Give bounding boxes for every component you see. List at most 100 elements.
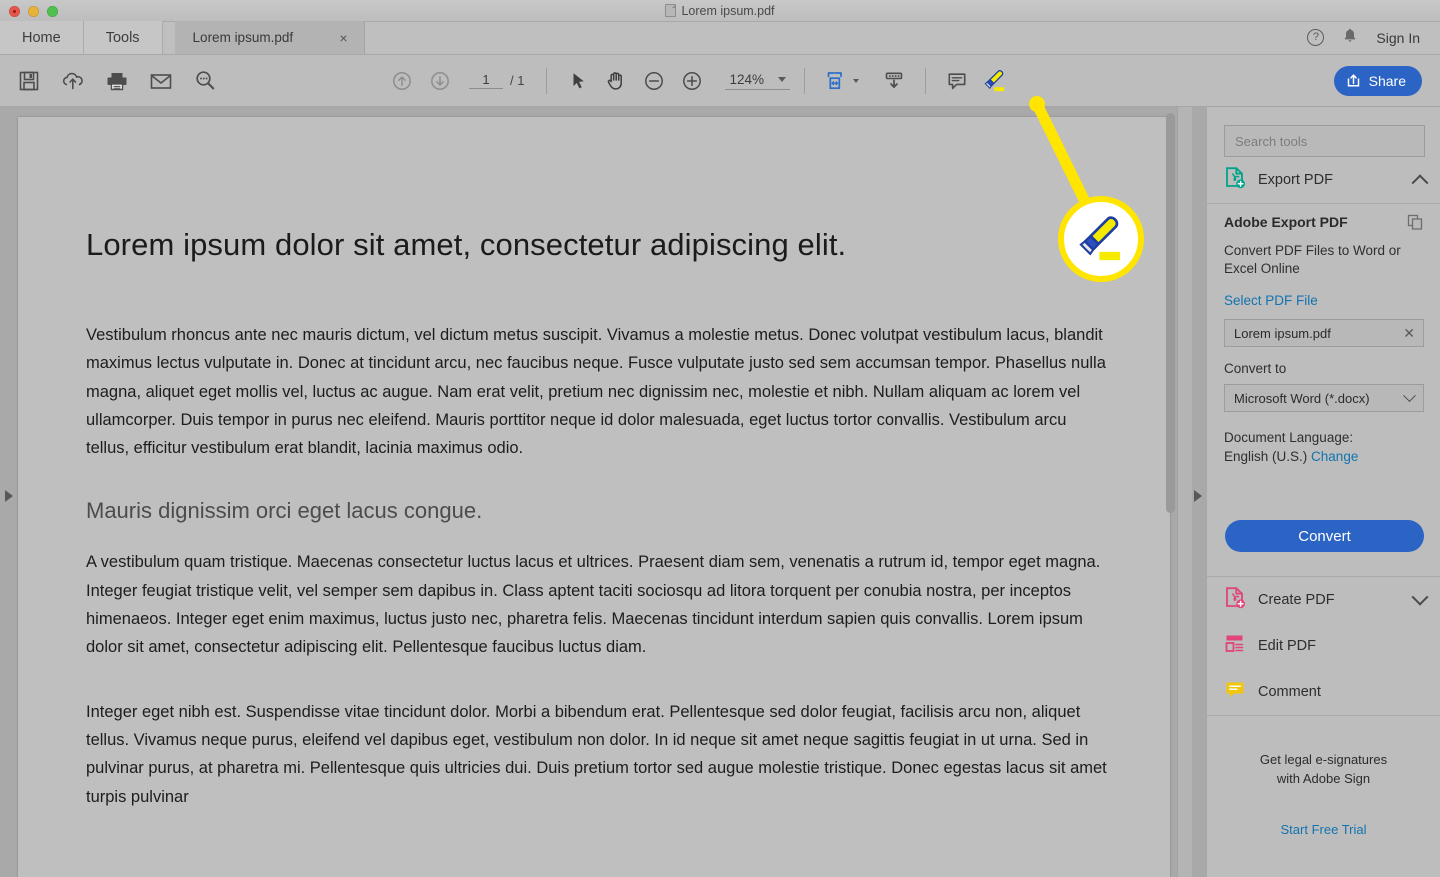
right-panel-collapse-icon[interactable] bbox=[1194, 490, 1202, 502]
create-pdf-icon bbox=[1224, 586, 1246, 615]
save-icon[interactable] bbox=[12, 64, 46, 98]
search-tools-input[interactable]: Search tools bbox=[1224, 125, 1425, 157]
document-paragraph-2: A vestibulum quam tristique. Maecenas co… bbox=[86, 553, 1101, 657]
search-icon[interactable] bbox=[188, 64, 222, 98]
edit-pdf-icon bbox=[1224, 633, 1246, 660]
highlighter-icon bbox=[1079, 216, 1121, 261]
sign-in-button[interactable]: Sign In bbox=[1376, 30, 1420, 46]
toolbar-right-group: Share bbox=[1333, 65, 1422, 96]
comment-label: Comment bbox=[1258, 684, 1321, 700]
chevron-down-icon[interactable] bbox=[778, 76, 786, 82]
edit-pdf-label: Edit PDF bbox=[1258, 638, 1317, 654]
chevron-down-icon[interactable] bbox=[1403, 388, 1416, 402]
document-heading: Lorem ipsum dolor sit amet, consectetur … bbox=[86, 227, 847, 262]
next-page-icon[interactable] bbox=[423, 64, 457, 98]
bell-icon[interactable] bbox=[1342, 27, 1358, 49]
zoom-in-icon[interactable] bbox=[675, 64, 709, 98]
zoom-level-value: 124% bbox=[729, 71, 764, 87]
pdf-document-icon bbox=[665, 4, 677, 17]
change-language-link[interactable]: Change bbox=[1311, 449, 1358, 464]
document-language-label: Document Language: bbox=[1224, 430, 1354, 445]
tab-tools[interactable]: Tools bbox=[83, 21, 163, 54]
adobe-export-pdf-title-row: Adobe Export PDF bbox=[1224, 214, 1424, 234]
pdf-page: Lorem ipsum dolor sit amet, consectetur … bbox=[18, 117, 1170, 877]
document-subheading: Mauris dignissim orci eget lacus congue. bbox=[86, 498, 483, 524]
convert-button[interactable]: Convert bbox=[1225, 520, 1424, 552]
document-language-value: English (U.S.) bbox=[1224, 449, 1308, 464]
tab-document-label: Lorem ipsum.pdf bbox=[192, 30, 294, 45]
document-paragraph-3: Integer eget nibh est. Suspendisse vitae… bbox=[86, 702, 1107, 806]
tab-home[interactable]: Home bbox=[0, 21, 84, 54]
selected-file-field[interactable]: Lorem ipsum.pdf ✕ bbox=[1224, 319, 1424, 347]
help-icon[interactable]: ? bbox=[1307, 29, 1325, 46]
window-controls[interactable] bbox=[9, 6, 58, 17]
upload-to-cloud-icon[interactable] bbox=[56, 64, 90, 98]
minimize-window-button[interactable] bbox=[28, 6, 39, 17]
tools-panel: Search tools Export PDF Adobe Export PDF bbox=[1206, 107, 1440, 877]
close-window-button[interactable] bbox=[9, 6, 20, 17]
promo-line-2: with Adobe Sign bbox=[1276, 771, 1371, 786]
fit-page-dropdown-icon[interactable] bbox=[853, 78, 859, 83]
panel-item-export-pdf[interactable]: Export PDF bbox=[1207, 157, 1440, 203]
email-icon[interactable] bbox=[144, 64, 178, 98]
tab-strip: Home Tools Lorem ipsum.pdf × ? Sign In bbox=[0, 21, 1440, 55]
vertical-scrollbar-track[interactable] bbox=[1166, 107, 1192, 877]
window-titlebar: Lorem ipsum.pdf bbox=[0, 0, 1440, 22]
page-navigation: 1 / 1 bbox=[469, 72, 524, 89]
window-title-text: Lorem ipsum.pdf bbox=[681, 3, 775, 18]
panel-item-edit-pdf[interactable]: Edit PDF bbox=[1207, 623, 1440, 669]
toolbar-divider-3 bbox=[925, 67, 926, 94]
main-toolbar: 1 / 1 124% Share bbox=[0, 55, 1440, 107]
previous-page-icon[interactable] bbox=[385, 64, 419, 98]
tab-home-label: Home bbox=[22, 29, 61, 46]
tab-document[interactable]: Lorem ipsum.pdf × bbox=[174, 21, 365, 54]
search-tools-placeholder: Search tools bbox=[1235, 133, 1308, 149]
chevron-down-icon[interactable] bbox=[1411, 588, 1429, 606]
selected-file-name: Lorem ipsum.pdf bbox=[1234, 325, 1331, 341]
adobe-acrobat-window: Lorem ipsum.pdf Home Tools Lorem ipsum.p… bbox=[0, 0, 1440, 877]
copy-icon[interactable] bbox=[1407, 214, 1424, 234]
adobe-export-pdf-description: Convert PDF Files to Word or Excel Onlin… bbox=[1224, 243, 1401, 276]
clear-file-icon[interactable]: ✕ bbox=[1403, 325, 1415, 342]
adobe-sign-promo: Get legal e-signatures with Adobe Sign S… bbox=[1207, 750, 1440, 839]
convert-to-label: Convert to bbox=[1224, 361, 1287, 376]
left-panel-expand-icon[interactable] bbox=[5, 490, 13, 502]
panel-divider-3 bbox=[1207, 715, 1440, 716]
convert-to-value: Microsoft Word (*.docx) bbox=[1234, 390, 1370, 406]
chevron-up-icon[interactable] bbox=[1411, 174, 1429, 192]
zoom-out-icon[interactable] bbox=[637, 64, 671, 98]
export-pdf-label: Export PDF bbox=[1258, 172, 1333, 188]
fit-page-icon[interactable] bbox=[819, 64, 853, 98]
convert-to-select[interactable]: Microsoft Word (*.docx) bbox=[1224, 384, 1424, 412]
print-icon[interactable] bbox=[100, 64, 134, 98]
select-pdf-file-link[interactable]: Select PDF File bbox=[1224, 293, 1318, 308]
panel-item-create-pdf[interactable]: Create PDF bbox=[1207, 577, 1440, 623]
share-label: Share bbox=[1368, 72, 1406, 89]
zoom-level-control[interactable]: 124% bbox=[725, 72, 790, 90]
document-language-row: Document Language: English (U.S.) Change bbox=[1224, 428, 1424, 466]
export-pdf-icon bbox=[1224, 166, 1246, 195]
panel-item-comment[interactable]: Comment bbox=[1207, 669, 1440, 715]
comment-tool-icon bbox=[1224, 679, 1246, 706]
share-button[interactable]: Share bbox=[1333, 65, 1422, 96]
highlighter-icon[interactable] bbox=[978, 64, 1012, 98]
vertical-scrollbar-thumb[interactable] bbox=[1166, 113, 1175, 513]
maximize-window-button[interactable] bbox=[47, 6, 58, 17]
toolbar-divider bbox=[546, 67, 548, 94]
toolbar-center-group: 1 / 1 124% bbox=[385, 64, 1012, 98]
comment-icon[interactable] bbox=[940, 64, 974, 98]
toolbar-left-group bbox=[0, 64, 222, 98]
close-icon[interactable]: × bbox=[337, 30, 349, 46]
document-viewer[interactable]: Lorem ipsum dolor sit amet, consectetur … bbox=[0, 107, 1206, 877]
scroll-mode-icon[interactable] bbox=[877, 64, 911, 98]
create-pdf-label: Create PDF bbox=[1258, 592, 1335, 608]
page-number-input[interactable]: 1 bbox=[469, 72, 503, 89]
tab-strip-right: ? Sign In bbox=[1307, 21, 1440, 54]
start-free-trial-link[interactable]: Start Free Trial bbox=[1207, 820, 1440, 839]
convert-button-label: Convert bbox=[1298, 527, 1351, 545]
hand-tool-icon[interactable] bbox=[599, 64, 633, 98]
document-paragraph-1: Vestibulum rhoncus ante nec mauris dictu… bbox=[86, 326, 1106, 458]
callout-highlighter-badge bbox=[1058, 196, 1144, 282]
select-tool-icon[interactable] bbox=[561, 64, 595, 98]
page-total-label: / 1 bbox=[510, 73, 525, 88]
